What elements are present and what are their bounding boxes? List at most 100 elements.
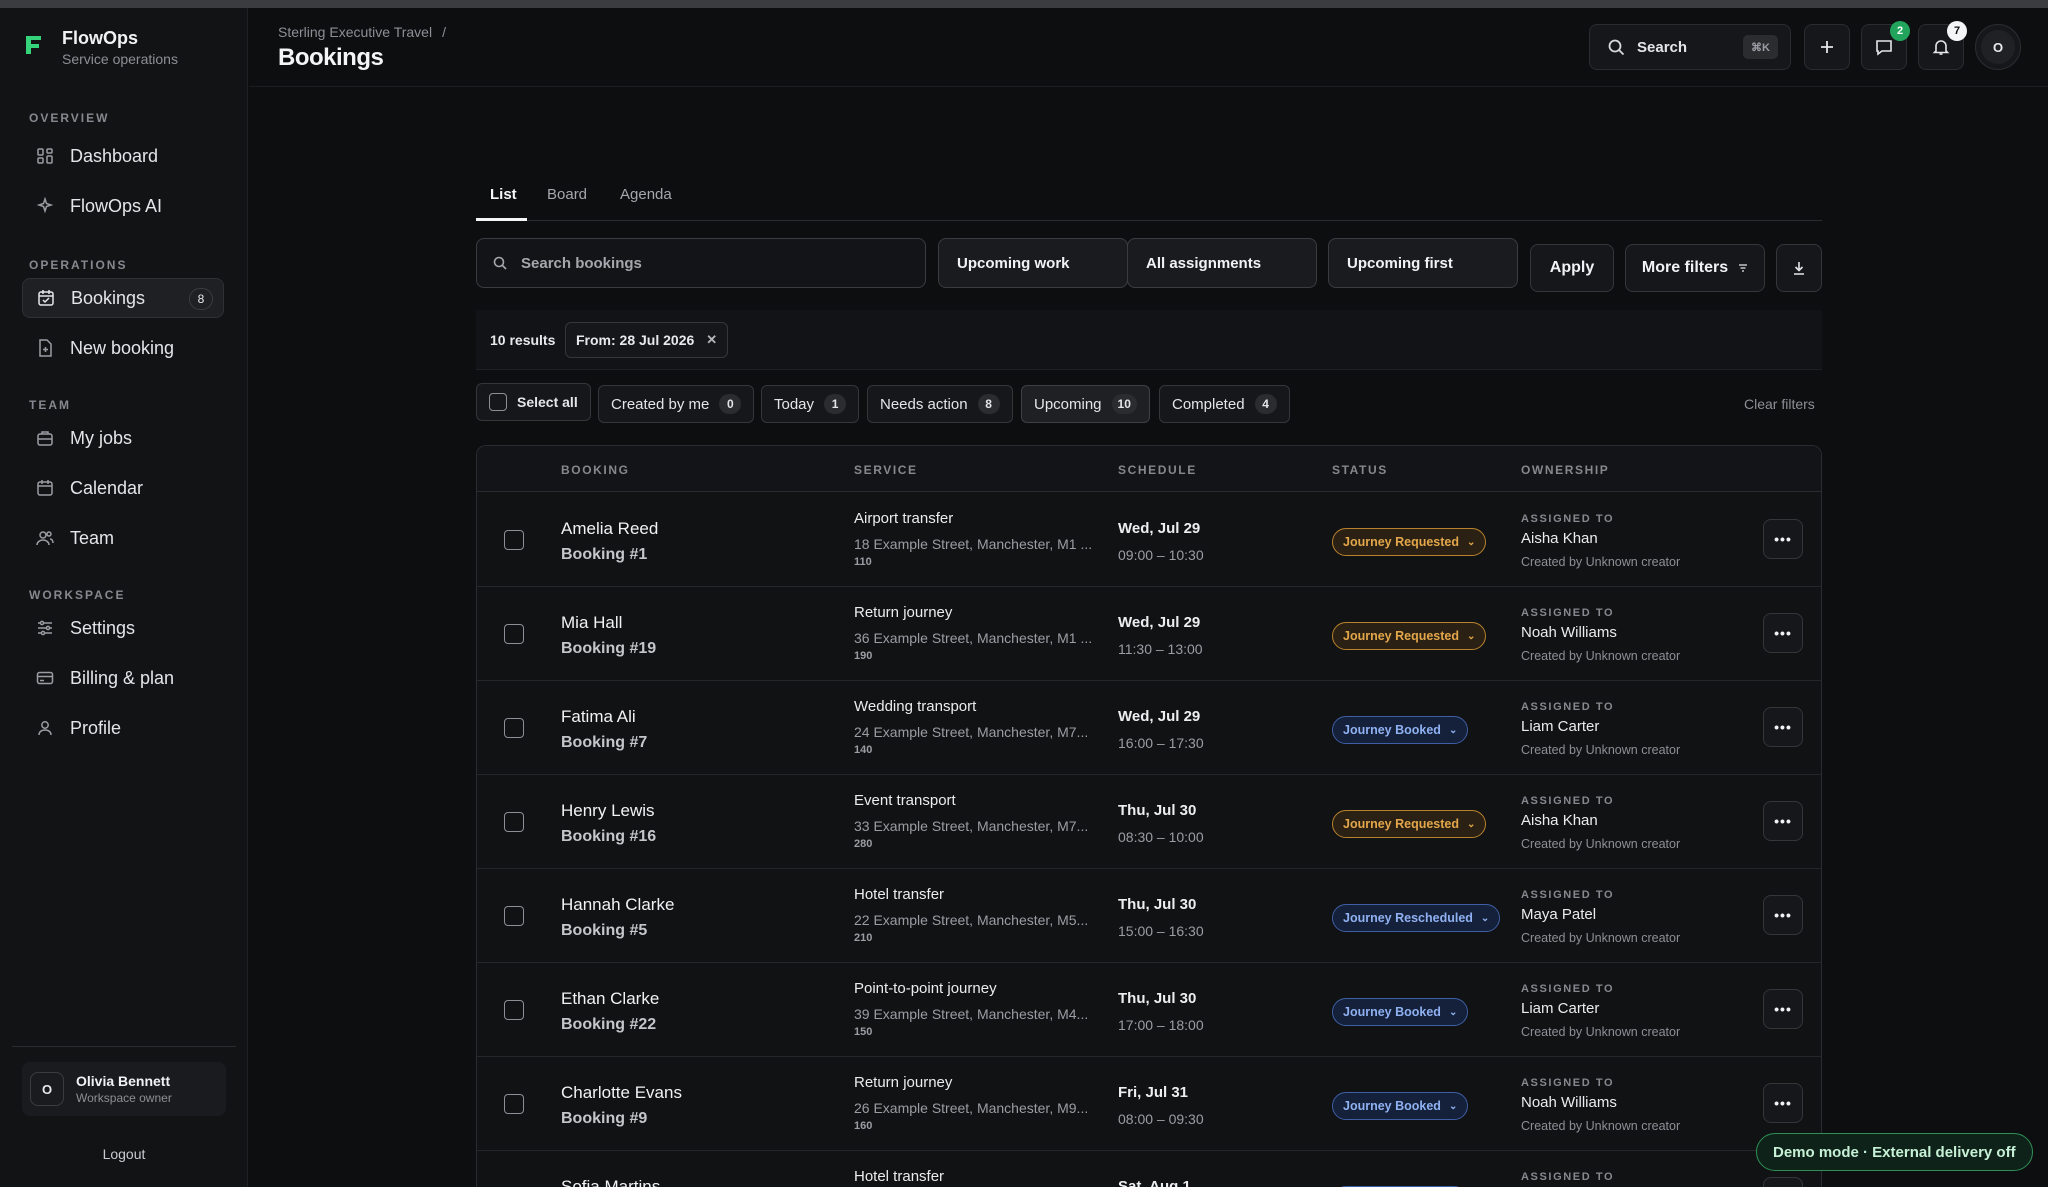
more-filters-button[interactable]: More filters — [1625, 244, 1765, 292]
logout-link[interactable]: Logout — [0, 1146, 248, 1162]
date-filter-chip[interactable]: From: 28 Jul 2026 ✕ — [565, 322, 729, 358]
row-checkbox[interactable] — [504, 812, 524, 832]
quick-filter-completed[interactable]: Completed 4 — [1159, 385, 1290, 423]
select-all-label: Select all — [517, 394, 578, 410]
more-filters-label: More filters — [1641, 259, 1729, 276]
column-header-service[interactable]: SERVICE — [854, 463, 918, 477]
file-plus-icon — [36, 339, 54, 357]
row-actions-button[interactable]: ••• — [1763, 1177, 1803, 1187]
tab-agenda[interactable]: Agenda — [620, 186, 672, 203]
sidebar-item-dashboard[interactable]: Dashboard — [22, 136, 224, 176]
customer-name[interactable]: Mia Hall — [561, 613, 622, 633]
table-row[interactable]: Mia Hall Booking #19 Return journey 36 Exam… — [477, 587, 1821, 681]
close-icon[interactable]: ✕ — [706, 332, 717, 348]
notifications-badge: 7 — [1947, 21, 1967, 41]
sidebar-item-label: Profile — [70, 717, 122, 738]
customer-name[interactable]: Sofia Martins — [561, 1177, 660, 1187]
search-shortcut: ⌘K — [1743, 35, 1778, 59]
scope-select[interactable]: Upcoming work — [938, 238, 1128, 288]
row-checkbox[interactable] — [504, 624, 524, 644]
row-actions-button[interactable]: ••• — [1763, 707, 1803, 747]
account-avatar-button[interactable]: O — [1975, 24, 2021, 70]
assigned-to-label: ASSIGNED TO — [1521, 1171, 1615, 1183]
select-all-checkbox[interactable]: Select all — [476, 383, 591, 421]
row-actions-button[interactable]: ••• — [1763, 613, 1803, 653]
customer-name[interactable]: Fatima Ali — [561, 707, 636, 727]
row-checkbox[interactable] — [504, 1000, 524, 1020]
table-row[interactable]: Charlotte Evans Booking #9 Return journey 2… — [477, 1057, 1821, 1151]
row-actions-button[interactable]: ••• — [1763, 989, 1803, 1029]
user-card[interactable]: O Olivia Bennett Workspace owner — [22, 1062, 226, 1116]
search-bookings-field[interactable] — [476, 238, 926, 288]
status-badge[interactable]: Journey Rescheduled ⌄ — [1332, 904, 1501, 932]
brand[interactable]: FlowOps Service operations — [24, 26, 178, 68]
sidebar-item-billing[interactable]: Billing & plan — [22, 658, 224, 698]
row-checkbox[interactable] — [504, 718, 524, 738]
column-header-ownership[interactable]: OWNERSHIP — [1521, 463, 1609, 477]
row-actions-button[interactable]: ••• — [1763, 1083, 1803, 1123]
quick-filter-created-by-me[interactable]: Created by me 0 — [598, 385, 755, 423]
sort-select[interactable]: Upcoming first — [1328, 238, 1518, 288]
section-workspace: WORKSPACE — [29, 588, 126, 602]
service-type: Hotel transfer — [854, 886, 945, 903]
row-checkbox[interactable] — [504, 906, 524, 926]
row-checkbox[interactable] — [504, 1094, 524, 1114]
quick-filter-label: Today — [774, 395, 815, 413]
chevron-down-icon: ⌄ — [1448, 1006, 1458, 1018]
row-checkbox[interactable] — [504, 530, 524, 550]
global-search-button[interactable]: Search ⌘K — [1589, 24, 1791, 70]
status-badge[interactable]: Journey Requested ⌄ — [1332, 528, 1487, 556]
breadcrumb-workspace[interactable]: Sterling Executive Travel — [278, 24, 432, 40]
calendar-icon — [36, 479, 54, 497]
sidebar-item-new-booking[interactable]: New booking — [22, 328, 224, 368]
table-row[interactable]: Fatima Ali Booking #7 Wedding transport 24 … — [477, 681, 1821, 775]
row-actions-button[interactable]: ••• — [1763, 801, 1803, 841]
customer-name[interactable]: Henry Lewis — [561, 801, 655, 821]
clear-filters-link[interactable]: Clear filters — [1744, 396, 1815, 412]
sidebar-item-profile[interactable]: Profile — [22, 708, 224, 748]
sidebar-item-flowops-ai[interactable]: FlowOps AI — [22, 186, 224, 226]
sidebar-item-my-jobs[interactable]: My jobs — [22, 418, 224, 458]
column-header-status[interactable]: STATUS — [1332, 463, 1388, 477]
table-row[interactable]: Henry Lewis Booking #16 Event transport 33 … — [477, 775, 1821, 869]
customer-name[interactable]: Hannah Clarke — [561, 895, 674, 915]
sidebar-item-team[interactable]: Team — [22, 518, 224, 558]
quick-filter-upcoming[interactable]: Upcoming 10 — [1021, 385, 1150, 423]
row-actions-button[interactable]: ••• — [1763, 519, 1803, 559]
table-row[interactable]: Hannah Clarke Booking #5 Hotel transfer 22 … — [477, 869, 1821, 963]
status-badge[interactable]: Journey Booked ⌄ — [1332, 998, 1469, 1026]
quick-filter-needs-action[interactable]: Needs action 8 — [867, 385, 1013, 423]
row-actions-button[interactable]: ••• — [1763, 895, 1803, 935]
status-badge[interactable]: Journey Booked ⌄ — [1332, 716, 1469, 744]
sidebar-item-calendar[interactable]: Calendar — [22, 468, 224, 508]
column-header-schedule[interactable]: SCHEDULE — [1118, 463, 1197, 477]
more-dots-icon: ••• — [1774, 531, 1792, 547]
service-type: Return journey — [854, 604, 953, 621]
messages-button[interactable]: 2 — [1861, 21, 1910, 70]
sidebar-item-bookings[interactable]: Bookings 8 — [22, 278, 224, 318]
customer-name[interactable]: Ethan Clarke — [561, 989, 659, 1009]
tab-board[interactable]: Board — [547, 186, 587, 203]
customer-name[interactable]: Charlotte Evans — [561, 1083, 682, 1103]
sidebar-item-settings[interactable]: Settings — [22, 608, 224, 648]
status-badge[interactable]: Journey Booked ⌄ — [1332, 1092, 1469, 1120]
sidebar-divider — [12, 1046, 236, 1047]
status-badge[interactable]: Journey Requested ⌄ — [1332, 622, 1487, 650]
search-bookings-input[interactable] — [521, 254, 901, 272]
tab-list[interactable]: List — [490, 186, 517, 203]
quick-filter-today[interactable]: Today 1 — [761, 385, 860, 423]
column-header-booking[interactable]: BOOKING — [561, 463, 630, 477]
table-row[interactable]: Ethan Clarke Booking #22 Point-to-point jo… — [477, 963, 1821, 1057]
assignments-select[interactable]: All assignments — [1127, 238, 1317, 288]
table-row[interactable]: Amelia Reed Booking #1 Airport transfer 18 … — [477, 493, 1821, 587]
table-row[interactable]: Sofia MartinsHotel transferSat, Aug 1Jou… — [477, 1151, 1821, 1187]
export-button[interactable] — [1776, 244, 1822, 292]
apply-button[interactable]: Apply — [1530, 244, 1614, 292]
customer-name[interactable]: Amelia Reed — [561, 519, 658, 539]
quick-filter-count: 8 — [977, 394, 1000, 414]
add-button[interactable] — [1804, 24, 1850, 70]
notifications-button[interactable]: 7 — [1918, 21, 1967, 70]
status-badge[interactable]: Journey Requested ⌄ — [1332, 810, 1487, 838]
assigned-to-label: ASSIGNED TO — [1521, 701, 1615, 713]
download-icon — [1792, 261, 1806, 275]
